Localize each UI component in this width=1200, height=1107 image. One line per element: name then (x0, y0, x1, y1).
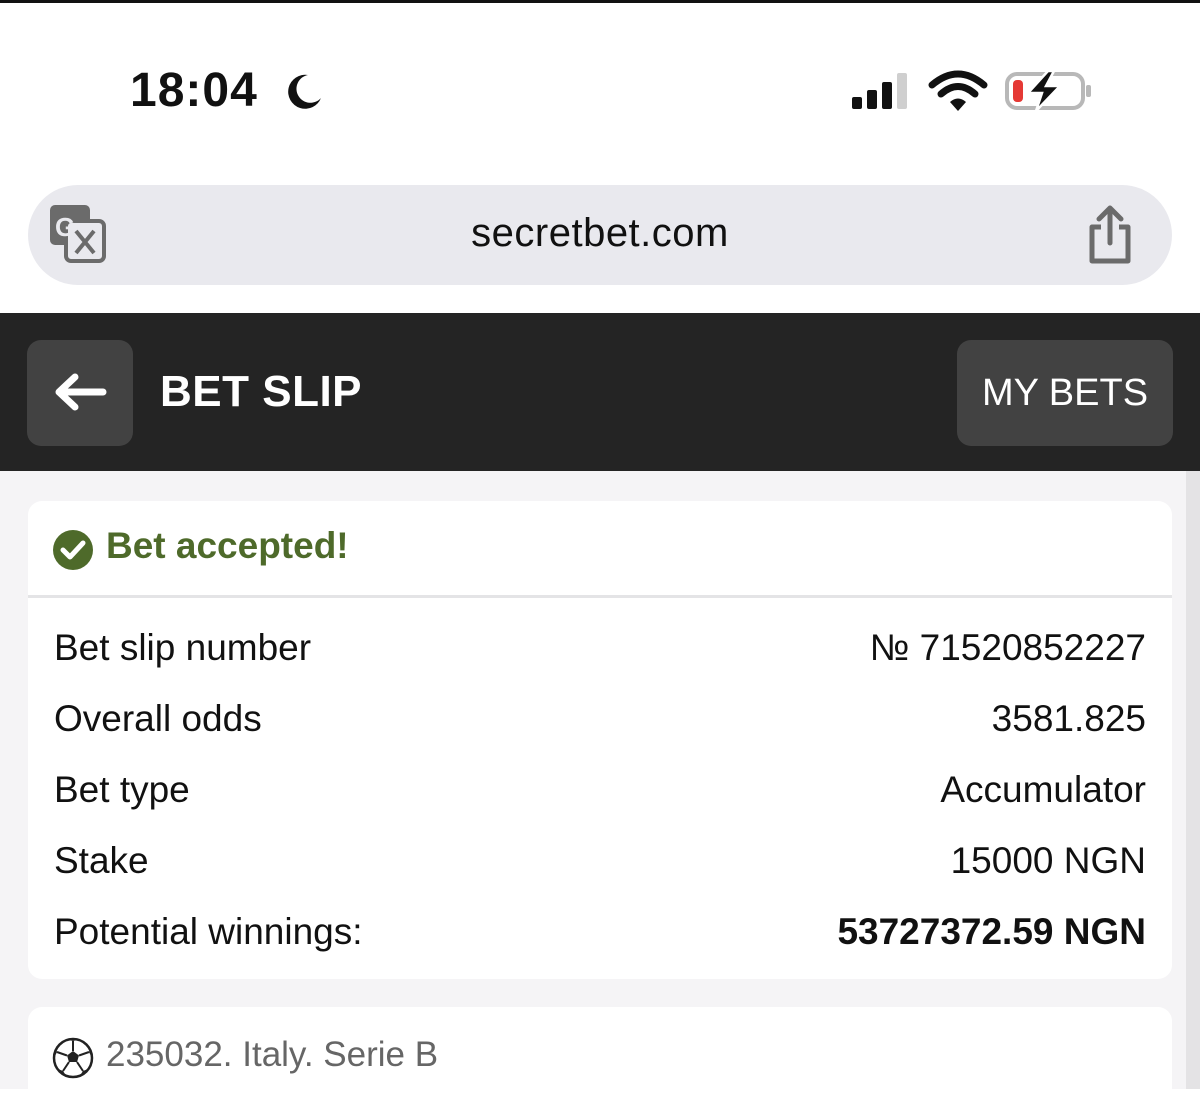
back-button[interactable] (27, 340, 133, 446)
row-label: Stake (54, 840, 149, 881)
bet-slip-number-row: Bet slip number № 71520852227 (54, 627, 1146, 687)
bet-type-value: Accumulator (940, 769, 1146, 810)
divider (28, 595, 1172, 598)
stake-value: 15000 NGN (950, 840, 1146, 881)
clock: 18:04 (130, 64, 258, 117)
event-card[interactable]: 235032. Italy. Serie B (28, 1007, 1172, 1107)
status-bar: 18:04 (0, 3, 1200, 153)
overall-odds-value: 3581.825 (991, 698, 1146, 739)
scrollbar (1186, 313, 1200, 1089)
address-bar[interactable]: G secretbet.com (28, 185, 1172, 285)
bet-slip-content: Bet accepted! Bet slip number № 71520852… (0, 471, 1200, 1107)
potential-winnings-row: Potential winnings: 53727372.59 NGN (54, 911, 1146, 971)
row-label: Bet type (54, 769, 190, 810)
potential-winnings-value: 53727372.59 NGN (837, 911, 1146, 952)
battery-charging-icon (1005, 69, 1091, 112)
row-label: Potential winnings: (54, 911, 363, 952)
signal-icon (852, 73, 907, 109)
check-circle-icon (53, 530, 93, 570)
row-label: Bet slip number (54, 627, 312, 668)
page-title: BET SLIP (160, 367, 363, 416)
stake-row: Stake 15000 NGN (54, 840, 1146, 900)
moon-icon (288, 74, 321, 109)
bet-summary-card: Bet accepted! Bet slip number № 71520852… (28, 501, 1172, 979)
arrow-left-icon (55, 373, 107, 411)
event-title: 235032. Italy. Serie B (106, 1035, 439, 1074)
share-icon[interactable] (1084, 205, 1136, 265)
bet-slip-number-value: № 71520852227 (869, 627, 1146, 668)
page-header: BET SLIP MY BETS (0, 313, 1200, 471)
wifi-icon (928, 70, 988, 111)
bet-type-row: Bet type Accumulator (54, 769, 1146, 829)
my-bets-button[interactable]: MY BETS (957, 340, 1173, 446)
url-text[interactable]: secretbet.com (28, 211, 1172, 256)
soccer-ball-icon (52, 1037, 94, 1079)
bet-status-text: Bet accepted! (106, 525, 349, 566)
row-label: Overall odds (54, 698, 262, 739)
overall-odds-row: Overall odds 3581.825 (54, 698, 1146, 758)
